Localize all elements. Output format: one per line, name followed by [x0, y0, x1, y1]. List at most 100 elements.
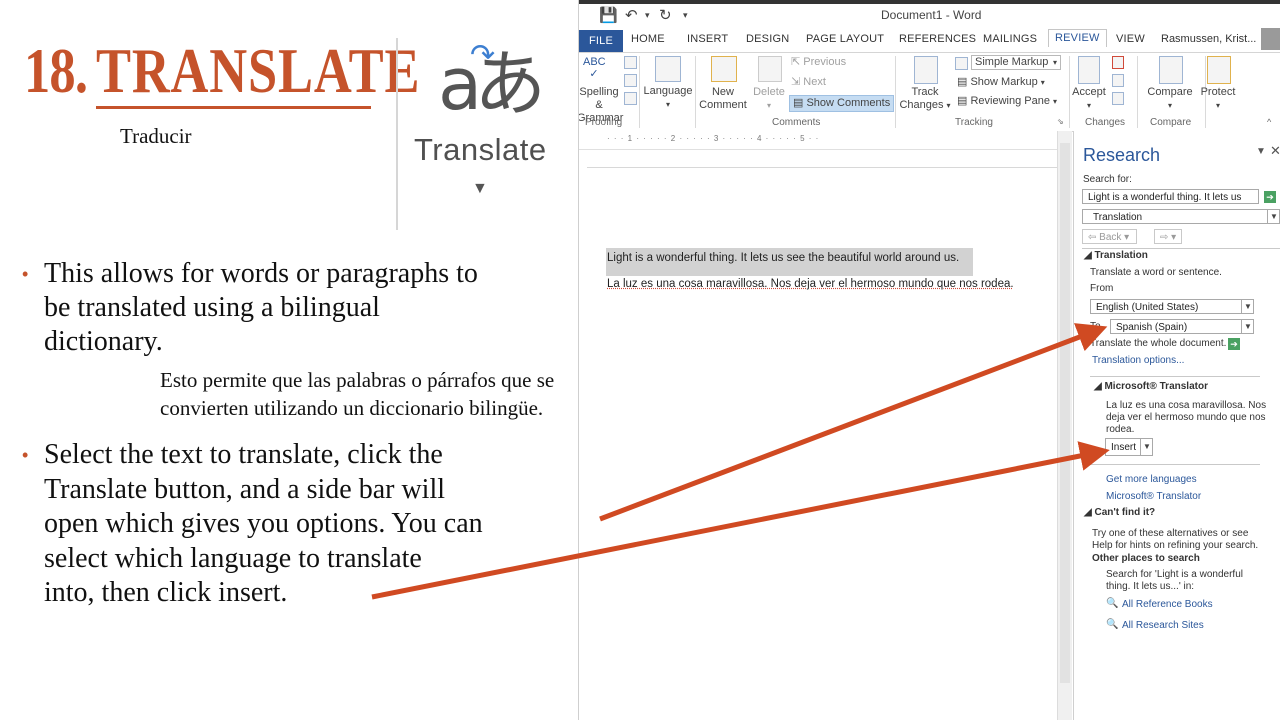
language-button[interactable]: Language ▾ [643, 85, 693, 111]
tab-view[interactable]: VIEW [1116, 33, 1145, 45]
translate-button-large[interactable]: ↷ aあ Translate ▼ [410, 36, 550, 232]
bullet-2-line: open which gives you options. You can [44, 508, 483, 539]
tab-insert[interactable]: INSERT [687, 33, 728, 45]
customize-icon[interactable]: ▾ [683, 10, 688, 21]
from-language-dropdown[interactable]: English (United States) [1090, 299, 1254, 314]
pane-title: Research [1083, 145, 1161, 165]
back-button[interactable]: ⇦ Back ▾ [1082, 229, 1137, 244]
chevron-down-icon: ▾ [766, 101, 771, 110]
all-research-sites-link[interactable]: All Research Sites [1122, 620, 1204, 631]
try-alternatives-text: Help for hints on refining your search. [1092, 540, 1259, 551]
chevron-down-icon[interactable]: ▾ [645, 10, 650, 21]
new-comment-icon [711, 56, 737, 82]
bullet-1-line: This allows for words or paragraphs to [44, 258, 478, 289]
dialog-launcher-icon[interactable]: ⇘ [1057, 117, 1064, 126]
close-icon[interactable]: ✕ [1270, 143, 1280, 159]
translate-word-label: Translate a word or sentence. [1090, 267, 1222, 278]
button-label: Next [803, 76, 826, 88]
page-edge [587, 167, 1057, 168]
language-icon [655, 56, 681, 82]
go-arrow-icon[interactable]: ➔ [1228, 338, 1240, 350]
reviewing-pane-button[interactable]: ▤ Reviewing Pane ▾ [957, 95, 1057, 108]
previous-change-icon[interactable] [1112, 74, 1124, 87]
scrollbar-thumb[interactable] [1060, 143, 1070, 683]
document-page[interactable] [579, 150, 1055, 720]
try-alternatives-text: Try one of these alternatives or see [1092, 528, 1249, 539]
button-label: New [711, 86, 734, 98]
vertical-scrollbar[interactable] [1057, 131, 1072, 720]
delete-button[interactable]: Delete ▾ [751, 86, 787, 112]
group-divider [695, 56, 696, 128]
accept-button[interactable]: Accept ▾ [1069, 86, 1109, 112]
translation-result: rodea. [1106, 424, 1135, 435]
chevron-down-icon[interactable]: ▼ [1241, 319, 1254, 334]
chevron-down-icon[interactable]: ▼ [1241, 299, 1254, 314]
undo-icon[interactable]: ↶ [625, 6, 638, 24]
service-dropdown[interactable]: Translation [1082, 209, 1280, 224]
translate-document-label[interactable]: Translate the whole document. [1090, 338, 1226, 349]
collapse-ribbon-icon[interactable]: ^ [1267, 117, 1271, 127]
translate-label: Translate [414, 132, 547, 167]
user-name[interactable]: Rasmussen, Krist... [1161, 33, 1256, 45]
all-reference-books-link[interactable]: All Reference Books [1122, 599, 1213, 610]
section-label: Can't find it? [1094, 507, 1156, 518]
protect-button[interactable]: Protect ▾ [1193, 86, 1243, 112]
get-more-languages-link[interactable]: Get more languages [1106, 474, 1197, 485]
next-change-icon[interactable] [1112, 92, 1124, 105]
tab-review[interactable]: REVIEW [1048, 29, 1107, 47]
bullet-2-line: into, then click insert. [44, 577, 288, 608]
track-changes-button[interactable]: Track Changes ▾ [899, 86, 951, 112]
next-comment-button[interactable]: ⇲ Next [791, 76, 826, 89]
tab-home[interactable]: HOME [631, 33, 665, 45]
dropdown-value: Simple Markup [975, 56, 1049, 68]
group-divider [639, 56, 640, 128]
section-translation[interactable]: ◢ Translation [1084, 250, 1148, 261]
reject-icon[interactable] [1112, 56, 1124, 69]
previous-comment-button[interactable]: ⇱ Previous [791, 56, 846, 69]
compare-button[interactable]: Compare ▾ [1145, 86, 1195, 112]
tab-page-layout[interactable]: PAGE LAYOUT [806, 33, 884, 45]
new-comment-button[interactable]: New Comment [697, 86, 749, 112]
pane-options-icon[interactable]: ▼ [1256, 146, 1266, 157]
bullet-2: Select the text to translate, click the … [44, 438, 483, 611]
tab-references[interactable]: REFERENCES [899, 33, 976, 45]
tab-file[interactable]: FILE [579, 30, 623, 52]
chevron-down-icon[interactable]: ▼ [1267, 209, 1280, 224]
forward-button[interactable]: ⇨ ▾ [1154, 229, 1182, 244]
other-places-label: Other places to search [1092, 553, 1200, 564]
button-label: Show Comments [806, 97, 891, 109]
spanish-line: convierten utilizando un diccionario bil… [160, 396, 544, 420]
cant-find-section[interactable]: ◢ Can't find it? [1084, 507, 1155, 518]
redo-icon[interactable]: ↻ [659, 6, 672, 24]
chevron-down-icon[interactable]: ▼ [1140, 438, 1153, 456]
simple-markup-dropdown[interactable]: Simple Markup ▾ [971, 55, 1061, 70]
research-icon[interactable] [624, 56, 637, 69]
ms-translator-link[interactable]: Microsoft® Translator [1106, 491, 1201, 502]
document-line-english[interactable]: Light is a wonderful thing. It lets us s… [607, 252, 959, 264]
research-sites-icon: 🔍 [1106, 619, 1119, 630]
translation-options-link[interactable]: Translation options... [1092, 355, 1184, 366]
compare-icon [1159, 56, 1183, 84]
search-for-text: Search for 'Light is a wonderful [1106, 569, 1243, 580]
bullet-icon: • [22, 445, 29, 465]
word-count-icon[interactable] [624, 92, 637, 105]
thesaurus-icon[interactable] [624, 74, 637, 87]
to-language-dropdown[interactable]: Spanish (Spain) [1110, 319, 1254, 334]
bullet-2-line: select which language to translate [44, 542, 422, 574]
avatar[interactable] [1261, 28, 1280, 50]
search-input[interactable]: Light is a wonderful thing. It lets us [1082, 189, 1259, 204]
chevron-down-icon: ▾ [1215, 101, 1220, 110]
go-arrow-icon[interactable]: ➔ [1264, 191, 1276, 203]
save-icon[interactable]: 💾 [599, 6, 618, 24]
tab-mailings[interactable]: MAILINGS [983, 33, 1037, 45]
to-label: To [1090, 321, 1101, 332]
group-proofing: Proofing [585, 117, 623, 128]
ms-translator-section[interactable]: ◢ Microsoft® Translator [1094, 381, 1208, 392]
ruler-marks: · · · 1 · · · · · 2 · · · · · 3 · · · · … [607, 134, 820, 143]
document-line-spanish[interactable]: La luz es una cosa maravillosa. Nos deja… [607, 278, 1014, 290]
group-divider [895, 56, 896, 128]
section-label: Microsoft® Translator [1104, 381, 1208, 392]
show-comments-button[interactable]: ▤ Show Comments [789, 95, 895, 112]
tab-design[interactable]: DESIGN [746, 33, 789, 45]
show-markup-button[interactable]: ▤ Show Markup ▾ [957, 76, 1045, 89]
